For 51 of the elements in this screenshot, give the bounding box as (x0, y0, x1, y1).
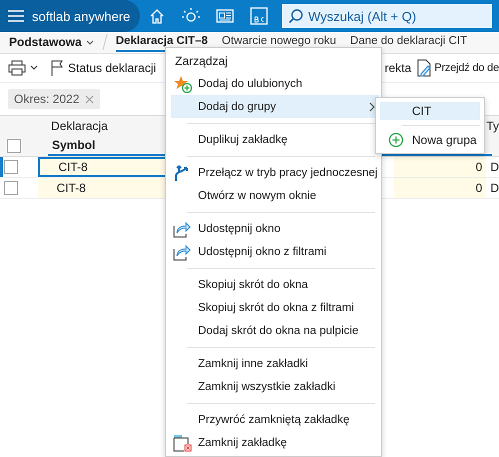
tab[interactable]: Dane do deklaracji CIT (350, 32, 468, 52)
star-plus-icon (173, 74, 193, 92)
search-field[interactable]: Wyszukaj (Alt + Q) (282, 4, 492, 28)
toolbar-button[interactable]: rekta (384, 61, 412, 75)
table-cell: 0 (394, 157, 486, 177)
divider-icon (102, 34, 108, 50)
bc-box-icon[interactable] (250, 7, 268, 25)
filter-chip[interactable]: Okres: 2022 (8, 89, 100, 109)
menu-item[interactable]: Skopiuj skrót do okna (171, 273, 379, 296)
menu-title: Zarządzaj (174, 53, 229, 70)
close-icon[interactable] (85, 94, 94, 104)
menu-item[interactable]: Skopiuj skrót do okna z filtrami (171, 296, 379, 319)
caret-icon[interactable] (30, 65, 38, 71)
menu-item[interactable]: Zamknij inne zakładki (171, 352, 379, 375)
menu-item[interactable]: Dodaj do grupy (171, 95, 379, 118)
chevron-right-icon (369, 102, 375, 112)
workspace-dropdown[interactable]: Podstawowa (9, 32, 94, 49)
column-header[interactable]: Ty (482, 119, 499, 133)
goto-button[interactable]: Przejdź do de (416, 59, 499, 77)
menu-item[interactable]: Zamknij wszystkie zakładki (171, 375, 379, 398)
plus-circle-icon (388, 132, 404, 148)
menu-item[interactable]: Nowa grupa (380, 131, 480, 149)
menu-item[interactable]: CIT (380, 102, 480, 120)
flag-icon (50, 60, 64, 76)
select-all-checkbox[interactable] (7, 139, 21, 153)
share-icon (173, 220, 191, 238)
close-tab-icon (173, 434, 193, 452)
home-icon[interactable] (149, 8, 166, 24)
share-icon (173, 242, 191, 260)
branch-arrows-icon (173, 164, 191, 182)
menu-item[interactable]: Dodaj do ulubionych (171, 72, 379, 95)
status-button[interactable]: Status deklaracji (50, 60, 156, 76)
newspaper-icon[interactable] (216, 8, 234, 24)
printer-icon[interactable] (8, 60, 26, 76)
table-cell-text: D (489, 160, 499, 174)
table-cell: 0 (394, 178, 486, 198)
table-cell-text: D (489, 181, 499, 195)
row-checkbox[interactable] (4, 181, 18, 195)
menu-item[interactable]: Duplikuj zakładkę (171, 128, 379, 151)
app-name: softlab anywhere (32, 8, 130, 24)
menu-item[interactable]: Dodaj skrót do okna na pulpicie (171, 319, 379, 342)
menu-item[interactable]: Udostępnij okno z filtrami (171, 240, 379, 263)
document-pen-icon (416, 59, 432, 77)
row-checkbox[interactable] (4, 160, 18, 174)
column-group-header: Deklaracja (50, 119, 109, 133)
menu-item[interactable]: Udostępnij okno (171, 217, 379, 240)
menu-item[interactable]: Zamknij zakładkę (171, 431, 379, 454)
search-icon (288, 8, 304, 24)
chevron-icon (86, 40, 94, 44)
menu-item[interactable]: Przywróć zamkniętą zakładkę (171, 408, 379, 431)
menu-icon[interactable] (8, 10, 24, 22)
